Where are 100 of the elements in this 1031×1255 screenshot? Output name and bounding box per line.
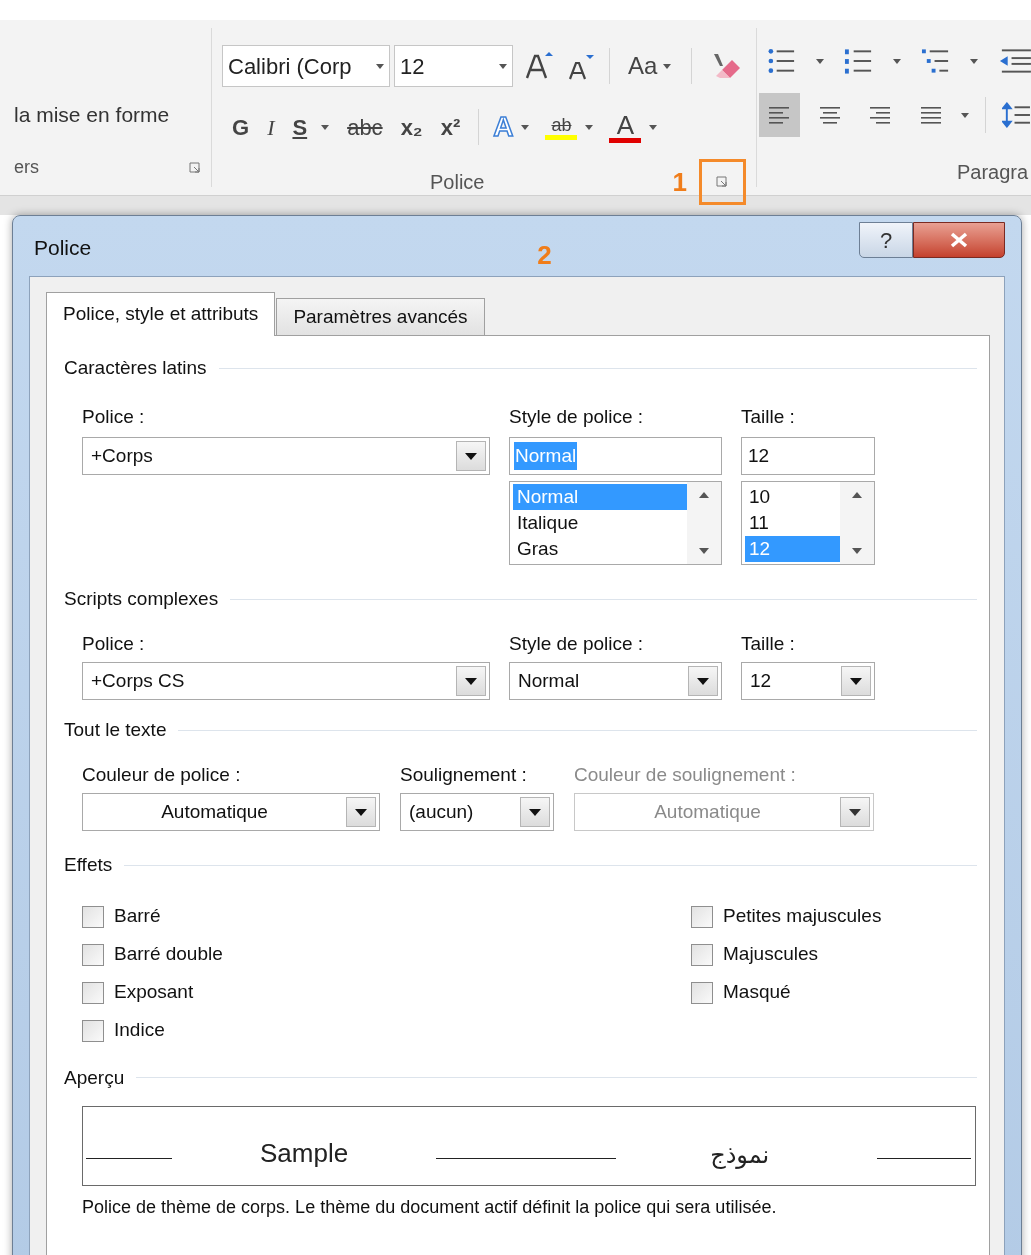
font-size-combo[interactable]: 12 — [394, 45, 513, 87]
checkbox-label: Barré double — [114, 942, 223, 967]
list-box[interactable]: 10 11 12 — [741, 481, 875, 565]
dropdown-arrow-icon — [355, 808, 367, 816]
scroll-up-icon — [699, 492, 709, 498]
checkbox[interactable] — [691, 981, 713, 1004]
align-icon — [818, 105, 841, 125]
help-button[interactable]: ? — [859, 222, 913, 258]
field-label: Taille : — [741, 631, 796, 656]
group-label: Police — [430, 170, 485, 195]
section-heading: Aperçu — [64, 1065, 125, 1090]
field-label: Police : — [82, 631, 146, 656]
checkbox[interactable] — [82, 905, 104, 928]
field-label: Couleur de soulignement : — [574, 762, 797, 787]
section-heading: Tout le texte — [64, 718, 167, 742]
bullet-list-icon[interactable] — [767, 46, 797, 76]
dropdown-arrow-icon — [850, 677, 862, 685]
dropdown[interactable]: Automatique — [82, 793, 380, 831]
dropdown-caret-icon — [970, 58, 979, 64]
format-button[interactable]: abc — [347, 110, 383, 144]
change-case-button[interactable]: Aa — [624, 48, 676, 84]
format-button[interactable]: G — [232, 110, 250, 144]
list-item[interactable]: 10 — [745, 484, 840, 510]
dropdown-caret-icon — [816, 58, 825, 64]
dropdown[interactable]: (aucun) — [400, 793, 554, 831]
dropdown-caret-icon — [961, 112, 970, 118]
list-item[interactable]: Gras — [513, 536, 687, 562]
format-button[interactable]: x² — [440, 110, 461, 144]
dropdown-caret-icon — [649, 124, 658, 130]
dialog-launcher-icon[interactable] — [716, 176, 729, 188]
dropdown-caret-icon — [521, 124, 530, 130]
align-icon — [869, 105, 892, 125]
section-heading: Scripts complexes — [64, 587, 219, 611]
field-value: Normal — [514, 441, 578, 471]
checkbox-label: Majuscules — [723, 942, 819, 967]
highlight-button[interactable]: ab — [551, 114, 572, 135]
scroll-up-icon — [852, 492, 862, 498]
dropdown-arrow-icon — [529, 808, 541, 816]
scrollbar[interactable] — [687, 482, 721, 564]
format-button[interactable]: S — [292, 110, 308, 144]
checkbox-label: Barré — [114, 904, 161, 929]
close-icon — [949, 232, 969, 248]
style-combo[interactable]: Normal — [509, 662, 722, 700]
field-label: Soulignement : — [400, 762, 528, 787]
checkbox-label: Masqué — [723, 980, 791, 1005]
highlight-color-bar — [545, 134, 578, 140]
dialog-launcher-icon[interactable] — [189, 161, 201, 174]
dropdown-arrow-icon — [697, 677, 709, 685]
field-label: Taille : — [741, 404, 796, 429]
line-spacing-icon[interactable] — [1002, 100, 1031, 130]
dropdown-arrow-icon — [849, 808, 861, 816]
tab[interactable]: Paramètres avancés — [276, 298, 485, 335]
group-label: ers — [14, 156, 39, 179]
checkbox[interactable] — [82, 943, 104, 966]
checkbox[interactable] — [82, 1019, 104, 1042]
dropdown-caret-icon — [893, 58, 902, 64]
list-item[interactable]: Italique — [513, 510, 687, 536]
close-button[interactable] — [913, 222, 1005, 258]
checkbox[interactable] — [691, 905, 713, 928]
dropdown-caret-icon — [585, 124, 594, 130]
checkbox-label: Petites majuscules — [723, 904, 882, 929]
multilevel-list-icon[interactable] — [921, 46, 951, 76]
window-title: Police — [34, 235, 92, 261]
sample-text: Sample — [260, 1137, 349, 1170]
align-icon — [919, 105, 942, 125]
field-label: Police : — [82, 404, 146, 429]
align-button[interactable] — [759, 93, 800, 137]
dropdown-caret-icon — [376, 63, 384, 69]
decrease-indent-icon[interactable] — [998, 47, 1031, 75]
ribbon-text[interactable]: la mise en forme — [14, 98, 201, 130]
annotation-number: 2 — [537, 239, 552, 272]
format-button[interactable]: x₂ — [400, 110, 423, 144]
scrollbar[interactable] — [840, 482, 874, 564]
checkbox-label: Exposant — [114, 980, 194, 1005]
checkbox[interactable] — [82, 981, 104, 1004]
section-heading: Effets — [64, 853, 113, 877]
group-label: Paragra — [957, 160, 1030, 185]
sample-text: نموذج — [710, 1140, 770, 1171]
dropdown-arrow-icon — [465, 677, 477, 685]
numbered-list-icon[interactable] — [844, 46, 874, 76]
font-combo[interactable]: +Corps — [82, 437, 490, 475]
font-combo[interactable]: +Corps CS — [82, 662, 490, 700]
dropdown-caret-icon — [499, 63, 507, 69]
checkbox[interactable] — [691, 943, 713, 966]
size-field[interactable]: 12 — [741, 437, 875, 475]
tab[interactable]: Police, style et attributs — [46, 292, 276, 336]
scroll-down-icon — [699, 548, 709, 554]
list-box[interactable]: Normal Italique Gras — [509, 481, 722, 565]
size-combo[interactable]: 12 — [741, 662, 875, 700]
field-label: Couleur de police : — [82, 762, 242, 787]
dropdown-caret-icon — [321, 124, 330, 130]
format-button[interactable]: I — [267, 110, 275, 144]
font-color-button[interactable]: A — [616, 111, 635, 138]
font-name-combo[interactable]: Calibri (Corp — [222, 45, 390, 87]
scroll-down-icon — [852, 548, 862, 554]
field-label: Style de police : — [509, 404, 645, 429]
section-heading: Caractères latins — [64, 356, 207, 380]
field-label: Style de police : — [509, 631, 645, 656]
dropdown-caret-icon — [663, 63, 672, 69]
list-item[interactable]: 11 — [745, 510, 840, 536]
